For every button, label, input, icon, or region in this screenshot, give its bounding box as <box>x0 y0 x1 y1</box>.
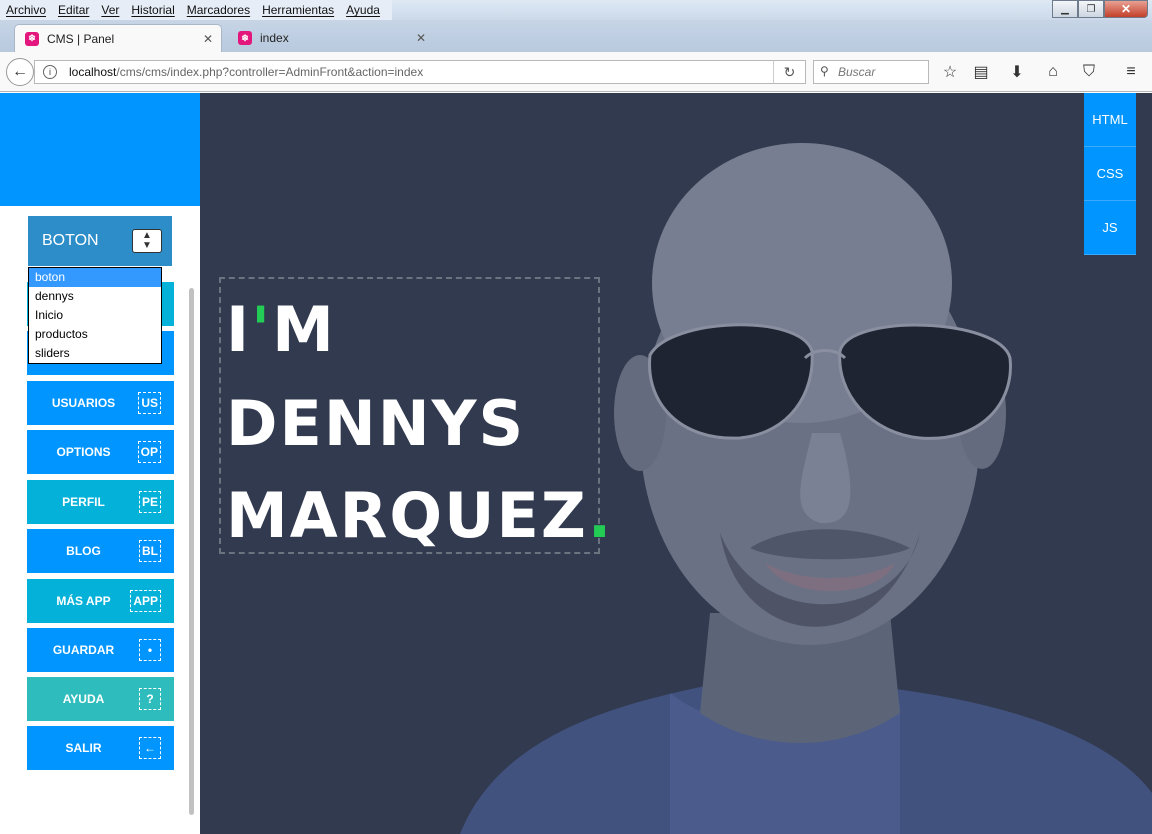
page-content: BOTON ▲ ▼ boton dennys Inicio productos s… <box>0 93 1152 834</box>
blog-label: BLOG <box>66 544 101 558</box>
dropdown-option[interactable]: sliders <box>29 344 161 363</box>
tab-title: CMS | Panel <box>47 31 115 46</box>
salir-icon: ← <box>139 737 161 759</box>
headline-line-1: I'M <box>226 299 336 361</box>
menu-archivo[interactable]: Archivo <box>0 0 52 20</box>
headline-apostrophe: ' <box>251 293 273 366</box>
search-input[interactable]: ⚲ Buscar <box>813 60 929 84</box>
tab-close-icon[interactable]: ✕ <box>203 32 213 46</box>
guardar-icon: • <box>139 639 161 661</box>
usuarios-icon: US <box>138 392 161 414</box>
dropdown-option[interactable]: dennys <box>29 287 161 306</box>
home-icon[interactable]: ⌂ <box>1042 62 1064 82</box>
dropdown-option[interactable]: boton <box>29 268 161 287</box>
menu-marcadores[interactable]: Marcadores <box>181 0 256 20</box>
headline-lastname: MARQUEZ <box>226 479 588 552</box>
dropdown-option[interactable]: productos <box>29 325 161 344</box>
url-host: localhost <box>69 65 117 79</box>
ayuda-label: AYUDA <box>62 692 105 706</box>
mas-app-label: MÁS APP <box>56 594 111 608</box>
menu-bar: Archivo Editar Ver Historial Marcadores … <box>0 0 1152 20</box>
ayuda-icon: ? <box>139 688 161 710</box>
search-icon: ⚲ <box>820 64 829 78</box>
pocket-icon[interactable]: ⛉ <box>1078 62 1100 82</box>
site-favicon-icon: ❄ <box>238 31 252 45</box>
search-placeholder: Buscar <box>838 65 876 79</box>
reading-list-icon[interactable]: ▤ <box>970 62 992 82</box>
reload-icon[interactable]: ↻ <box>773 61 805 83</box>
sidebar: BOTON ▲ ▼ boton dennys Inicio productos s… <box>0 93 200 834</box>
usuarios-button[interactable]: USUARIOS US <box>27 381 174 425</box>
url-path: /cms/cms/index.php?controller=AdminFront… <box>116 65 424 79</box>
html-button[interactable]: HTML <box>1084 93 1136 147</box>
page-select-value: BOTON <box>42 232 99 249</box>
tab-strip: ❄ CMS | Panel ✕ ❄ index ✕ + <box>0 20 1152 67</box>
mas-app-icon: APP <box>130 590 161 612</box>
address-bar[interactable]: i localhost/cms/cms/index.php?controller… <box>34 60 806 84</box>
perfil-icon: PE <box>138 491 161 513</box>
sidebar-scrollbar[interactable] <box>189 288 194 815</box>
salir-button[interactable]: SALIR ← <box>27 726 174 770</box>
hero-section: I'M DENNYS MARQUEZ. HTML CSS JS <box>200 93 1152 834</box>
close-window-button[interactable]: ✕ <box>1104 0 1148 18</box>
restore-button[interactable]: ❐ <box>1078 0 1104 18</box>
options-label: OPTIONS <box>56 445 111 459</box>
headline-line-3: MARQUEZ. <box>226 485 613 547</box>
page-select[interactable]: BOTON ▲ ▼ <box>28 216 172 266</box>
headline-m: M <box>272 293 336 366</box>
bookmark-star-icon[interactable]: ☆ <box>939 62 961 82</box>
tab-cms-panel[interactable]: ❄ CMS | Panel ✕ <box>14 24 222 52</box>
options-button[interactable]: OPTIONS OP <box>27 430 174 474</box>
guardar-label: GUARDAR <box>52 643 115 657</box>
menu-ver[interactable]: Ver <box>95 0 125 20</box>
minimize-button[interactable]: ▁ <box>1052 0 1078 18</box>
tab-index[interactable]: ❄ index ✕ <box>228 24 434 52</box>
tab-close-icon[interactable]: ✕ <box>416 31 426 45</box>
menu-historial[interactable]: Historial <box>125 0 180 20</box>
headline-line-2: DENNYS <box>226 387 526 460</box>
headline-dot: . <box>587 479 614 552</box>
options-icon: OP <box>137 441 161 463</box>
mas-app-button[interactable]: MÁS APP APP <box>27 579 174 623</box>
hamburger-menu-icon[interactable]: ≡ <box>1120 62 1142 82</box>
perfil-button[interactable]: PERFIL PE <box>27 480 174 524</box>
back-button[interactable]: ← <box>6 58 34 86</box>
page-select-dropdown: boton dennys Inicio productos sliders <box>28 267 162 364</box>
info-icon[interactable]: i <box>43 65 57 79</box>
select-arrows-icon: ▲ ▼ <box>132 229 162 253</box>
download-icon[interactable]: ⬇ <box>1006 62 1028 82</box>
headline-i: I <box>226 293 252 366</box>
dropdown-option[interactable]: Inicio <box>29 306 161 325</box>
navigation-bar: ← i localhost/cms/cms/index.php?controll… <box>0 52 1152 92</box>
salir-label: SALIR <box>65 741 102 755</box>
site-favicon-icon: ❄ <box>25 31 39 46</box>
blog-icon: BL <box>139 540 161 562</box>
tab-title: index <box>260 31 289 45</box>
window-controls: ▁ ❐ ✕ <box>1052 0 1148 18</box>
guardar-button[interactable]: GUARDAR • <box>27 628 174 672</box>
sidebar-header <box>0 93 200 206</box>
menu-editar[interactable]: Editar <box>52 0 95 20</box>
perfil-label: PERFIL <box>62 495 105 509</box>
blog-button[interactable]: BLOG BL <box>27 529 174 573</box>
ayuda-button[interactable]: AYUDA ? <box>27 677 174 721</box>
editor-toolbar: HTML CSS JS <box>1084 93 1136 255</box>
usuarios-label: USUARIOS <box>51 396 116 410</box>
css-button[interactable]: CSS <box>1084 147 1136 201</box>
menu-ayuda[interactable]: Ayuda <box>340 0 386 20</box>
js-button[interactable]: JS <box>1084 201 1136 255</box>
menu-herramientas[interactable]: Herramientas <box>256 0 340 20</box>
